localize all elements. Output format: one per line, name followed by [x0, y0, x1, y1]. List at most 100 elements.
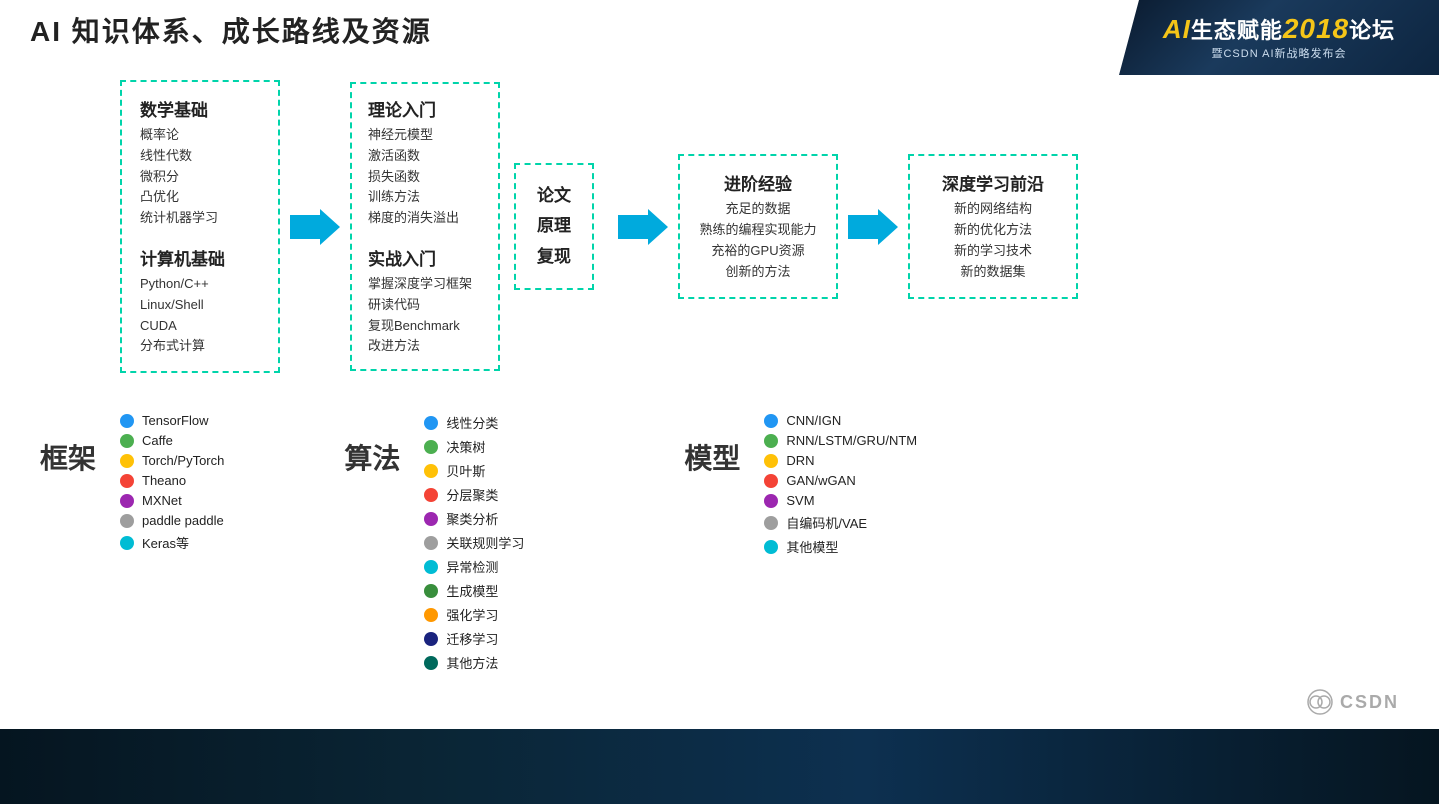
algorithm-label: 算法: [344, 407, 414, 477]
algo-item-4: 聚类分析: [424, 509, 524, 528]
practice-item-3: 改进方法: [368, 336, 482, 357]
framework-item-2: Torch/PyTorch: [120, 453, 224, 468]
framework-name-5: paddle paddle: [142, 513, 224, 528]
model-list: CNN/IGN RNN/LSTM/GRU/NTM DRN GAN/wGAN SV…: [764, 407, 917, 556]
algo-item-9: 迁移学习: [424, 629, 524, 648]
framework-name-4: MXNet: [142, 493, 182, 508]
algo-name-1: 决策树: [446, 437, 485, 456]
box-deep: 深度学习前沿 新的网络结构 新的优化方法 新的学习技术 新的数据集: [908, 154, 1078, 298]
algo-item-3: 分层聚类: [424, 485, 524, 504]
framework-list: TensorFlow Caffe Torch/PyTorch Theano MX…: [120, 407, 224, 552]
arrow-2: [618, 209, 668, 245]
algo-dot-7: [424, 584, 438, 598]
algo-dot-4: [424, 512, 438, 526]
model-item-2: DRN: [764, 453, 917, 468]
model-name-6: 其他模型: [786, 537, 838, 556]
algo-name-6: 异常检测: [446, 557, 498, 576]
advanced-title: 进阶经验: [696, 170, 820, 195]
theory-title: 理论入门: [368, 96, 482, 121]
computer-item-0: Python/C++: [140, 274, 260, 295]
model-name-5: 自编码机/VAE: [786, 513, 867, 532]
framework-name-3: Theano: [142, 473, 186, 488]
algo-item-8: 强化学习: [424, 605, 524, 624]
deep-title: 深度学习前沿: [926, 170, 1060, 195]
framework-dot-4: [120, 494, 134, 508]
theory-section: 理论入门 神经元模型 激活函数 损失函数 训练方法 梯度的消失溢出: [368, 96, 482, 229]
top-right-logo: AI生态赋能2018论坛 暨CSDN AI新战略发布会: [1119, 0, 1439, 75]
model-label: 模型: [684, 407, 754, 477]
model-name-2: DRN: [786, 453, 814, 468]
framework-dot-1: [120, 434, 134, 448]
computer-item-1: Linux/Shell: [140, 295, 260, 316]
algo-item-1: 决策树: [424, 437, 524, 456]
algo-name-10: 其他方法: [446, 653, 498, 672]
algo-item-6: 异常检测: [424, 557, 524, 576]
math-item-0: 概率论: [140, 125, 260, 146]
bottom-banner: [0, 729, 1439, 804]
box-paper: 论文 原理 复现: [514, 163, 594, 291]
theory-item-1: 激活函数: [368, 146, 482, 167]
framework-dot-6: [120, 536, 134, 550]
practice-item-0: 掌握深度学习框架: [368, 274, 482, 295]
framework-dot-2: [120, 454, 134, 468]
page-title: AI 知识体系、成长路线及资源: [30, 10, 432, 50]
logo-main: AI生态赋能2018论坛: [1163, 14, 1395, 45]
model-item-0: CNN/IGN: [764, 413, 917, 428]
computer-item-2: CUDA: [140, 316, 260, 337]
logo-tagline: 生态赋能: [1191, 18, 1283, 43]
theory-item-3: 训练方法: [368, 187, 482, 208]
math-section: 数学基础 概率论 线性代数 微积分 凸优化 统计机器学习: [140, 96, 260, 229]
math-item-1: 线性代数: [140, 146, 260, 167]
legend-area: 框架 TensorFlow Caffe Torch/PyTorch Theano: [20, 397, 1419, 672]
framework-item-1: Caffe: [120, 433, 224, 448]
model-dot-5: [764, 516, 778, 530]
math-item-3: 凸优化: [140, 187, 260, 208]
framework-section: 框架 TensorFlow Caffe Torch/PyTorch Theano: [40, 407, 224, 552]
algo-item-0: 线性分类: [424, 413, 524, 432]
model-dot-1: [764, 434, 778, 448]
flow-area: 数学基础 概率论 线性代数 微积分 凸优化 统计机器学习 计算机基础 Pytho…: [20, 70, 1419, 383]
logo-suffix: 论坛: [1349, 18, 1395, 43]
framework-item-4: MXNet: [120, 493, 224, 508]
algo-name-3: 分层聚类: [446, 485, 498, 504]
model-dot-4: [764, 494, 778, 508]
csdn-text: CSDN: [1340, 692, 1399, 713]
model-item-1: RNN/LSTM/GRU/NTM: [764, 433, 917, 448]
framework-name-1: Caffe: [142, 433, 173, 448]
paper-line-1: 原理: [537, 211, 571, 242]
algorithm-list: 线性分类 决策树 贝叶斯 分层聚类 聚类分析: [424, 407, 524, 672]
logo-subtitle: 暨CSDN AI新战略发布会: [1211, 45, 1346, 61]
computer-item-3: 分布式计算: [140, 336, 260, 357]
algo-item-5: 关联规则学习: [424, 533, 524, 552]
algo-dot-10: [424, 656, 438, 670]
algo-name-7: 生成模型: [446, 581, 498, 600]
algo-item-10: 其他方法: [424, 653, 524, 672]
model-name-0: CNN/IGN: [786, 413, 841, 428]
framework-name-0: TensorFlow: [142, 413, 208, 428]
algo-name-9: 迁移学习: [446, 629, 498, 648]
model-item-6: 其他模型: [764, 537, 917, 556]
theory-item-2: 损失函数: [368, 167, 482, 188]
model-item-3: GAN/wGAN: [764, 473, 917, 488]
algo-dot-2: [424, 464, 438, 478]
adv-item-0: 充足的数据: [696, 199, 820, 220]
practice-item-1: 研读代码: [368, 295, 482, 316]
algo-name-2: 贝叶斯: [446, 461, 485, 480]
deep-item-0: 新的网络结构: [926, 199, 1060, 220]
algo-dot-1: [424, 440, 438, 454]
paper-line-2: 复现: [537, 242, 571, 273]
algo-dot-8: [424, 608, 438, 622]
algo-dot-0: [424, 416, 438, 430]
computer-section: 计算机基础 Python/C++ Linux/Shell CUDA 分布式计算: [140, 245, 260, 357]
model-item-4: SVM: [764, 493, 917, 508]
paper-text: 论文 原理 复现: [537, 181, 571, 273]
adv-item-3: 创新的方法: [696, 262, 820, 283]
model-dot-3: [764, 474, 778, 488]
algo-name-0: 线性分类: [446, 413, 498, 432]
adv-item-2: 充裕的GPU资源: [696, 241, 820, 262]
algo-dot-5: [424, 536, 438, 550]
framework-dot-0: [120, 414, 134, 428]
algo-dot-6: [424, 560, 438, 574]
model-dot-2: [764, 454, 778, 468]
framework-name-2: Torch/PyTorch: [142, 453, 224, 468]
